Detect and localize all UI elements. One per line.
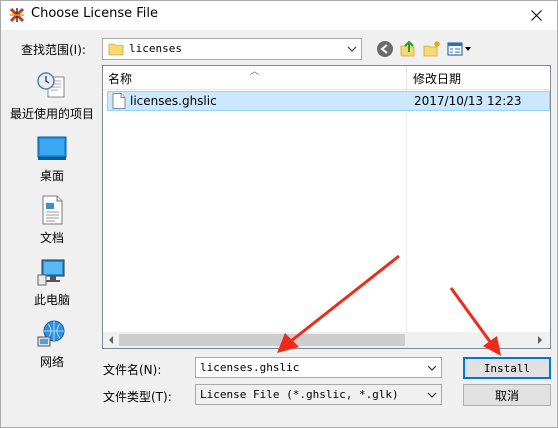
filetype-label: 文件类型(T): xyxy=(103,390,172,404)
title-bar[interactable]: Choose License File xyxy=(1,1,557,30)
up-folder-button[interactable] xyxy=(398,39,418,59)
scrollbar-thumb[interactable] xyxy=(119,334,405,346)
filetype-value: License File (*.ghslic, *.glk) xyxy=(200,388,399,401)
close-button[interactable] xyxy=(516,1,557,30)
choose-license-dialog: Choose License File 查找范围(I): licenses 最近… xyxy=(0,0,558,428)
desktop-icon xyxy=(37,136,67,160)
place-label: 文档 xyxy=(39,231,64,245)
recent-places-icon xyxy=(37,72,65,98)
install-button[interactable]: Install xyxy=(463,357,551,379)
place-documents[interactable]: 文档 xyxy=(6,193,98,253)
view-menu-button[interactable] xyxy=(446,39,474,59)
place-desktop[interactable]: 桌面 xyxy=(6,131,98,191)
filename-label: 文件名(N): xyxy=(103,363,162,377)
filetype-select[interactable]: License File (*.ghslic, *.glk) xyxy=(195,384,442,405)
column-header-name[interactable]: 名称 xyxy=(108,70,132,87)
file-list-header: ︿ 名称 修改日期 xyxy=(103,66,550,90)
lookin-value: licenses xyxy=(129,42,182,55)
scroll-right-icon[interactable] xyxy=(536,335,544,345)
back-arrow-icon xyxy=(377,41,393,57)
horizontal-scrollbar[interactable] xyxy=(103,332,550,348)
documents-icon xyxy=(42,195,63,225)
close-icon xyxy=(531,10,542,21)
lookin-label: 查找范围(I): xyxy=(21,43,86,57)
file-date: 2017/10/13 12:23 xyxy=(414,94,522,108)
place-recent[interactable]: 最近使用的项目 xyxy=(6,69,98,129)
scroll-left-icon[interactable] xyxy=(107,335,115,345)
filename-value: licenses.ghslic xyxy=(200,361,300,374)
up-folder-icon xyxy=(400,40,415,57)
new-folder-button[interactable] xyxy=(422,39,442,59)
back-button[interactable] xyxy=(375,39,395,59)
network-icon xyxy=(37,320,65,347)
chevron-down-icon[interactable] xyxy=(427,363,437,373)
file-icon xyxy=(112,93,126,109)
place-this-pc[interactable]: 此电脑 xyxy=(6,255,98,315)
this-pc-icon xyxy=(37,259,65,286)
folder-icon xyxy=(108,43,124,56)
column-header-date[interactable]: 修改日期 xyxy=(413,70,461,87)
view-menu-icon xyxy=(447,42,471,56)
window-title: Choose License File xyxy=(31,6,159,21)
column-divider[interactable] xyxy=(406,66,407,90)
column-divider-line xyxy=(406,90,407,334)
place-label: 桌面 xyxy=(39,169,64,183)
place-label: 网络 xyxy=(39,355,64,369)
file-name: licenses.ghslic xyxy=(130,94,217,108)
new-folder-icon xyxy=(423,41,440,57)
place-label: 最近使用的项目 xyxy=(9,107,94,121)
file-row[interactable]: licenses.ghslic 2017/10/13 12:23 xyxy=(107,91,550,111)
chevron-down-icon xyxy=(347,46,357,52)
lookin-combo[interactable]: licenses xyxy=(102,38,362,60)
filename-input[interactable]: licenses.ghslic xyxy=(195,357,442,378)
place-network[interactable]: 网络 xyxy=(6,317,98,377)
places-bar: 最近使用的项目 桌面 文档 此电脑 网络 xyxy=(6,65,98,420)
place-label: 此电脑 xyxy=(33,293,70,307)
chevron-down-icon xyxy=(427,392,437,398)
sort-arrow-icon: ︿ xyxy=(250,67,260,77)
file-list[interactable]: ︿ 名称 修改日期 licenses.ghslic 2017/10/13 12:… xyxy=(102,65,551,349)
app-icon xyxy=(9,7,25,23)
cancel-button[interactable]: 取消 xyxy=(463,384,551,406)
